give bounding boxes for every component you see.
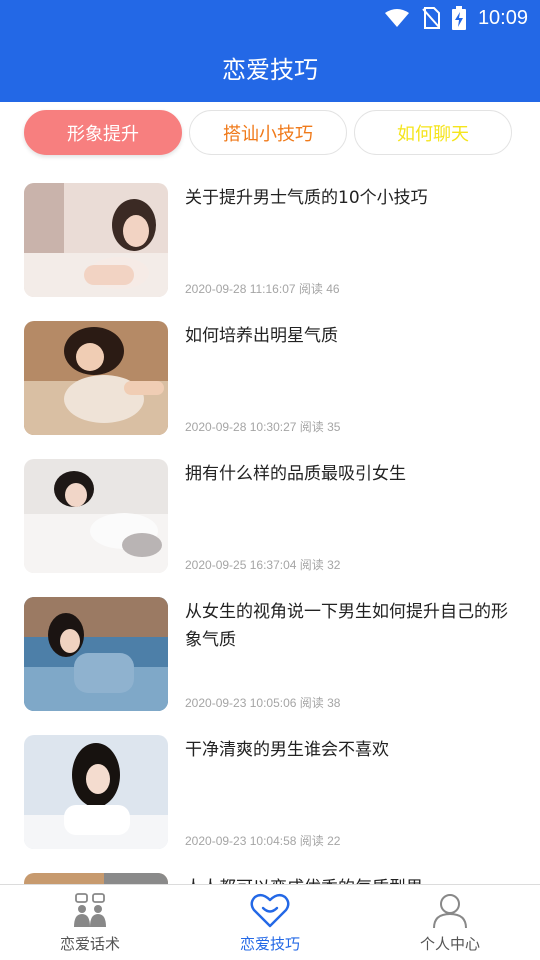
tab-how-to-chat[interactable]: 如何聊天: [354, 110, 512, 155]
tab-appearance[interactable]: 形象提升: [24, 110, 182, 155]
battery-charging-icon: [451, 6, 466, 30]
article-meta: 2020-09-28 10:30:27 阅读 35: [185, 420, 341, 434]
status-icons: 10:09: [384, 5, 528, 31]
article-thumbnail: [24, 321, 168, 435]
no-sim-icon: [422, 7, 440, 29]
list-item[interactable]: 拥有什么样的品质最吸引女生 2020-09-25 16:37:04 阅读 32: [0, 446, 540, 584]
nav-item-profile[interactable]: 个人中心: [360, 885, 540, 960]
article-thumbnail: [24, 597, 168, 711]
article-thumbnail: [24, 459, 168, 573]
heart-icon: [250, 893, 290, 928]
article-meta: 2020-09-25 16:37:04 阅读 32: [185, 558, 341, 572]
article-meta: 2020-09-23 10:05:06 阅读 38: [185, 696, 341, 710]
wifi-icon: [384, 9, 409, 27]
list-item[interactable]: 人人都可以变成优秀的气质型男: [0, 860, 540, 884]
article-thumbnail: [24, 183, 168, 297]
article-meta: 2020-09-23 10:04:58 阅读 22: [185, 834, 341, 848]
list-item[interactable]: 干净清爽的男生谁会不喜欢 2020-09-23 10:04:58 阅读 22: [0, 722, 540, 860]
page-title: 恋爱技巧: [222, 56, 318, 84]
article-title: 如何培养出明星气质: [185, 326, 338, 346]
tab-pickup-tips[interactable]: 搭讪小技巧: [189, 110, 347, 155]
article-title: 关于提升男士气质的10个小技巧: [185, 188, 428, 208]
article-title: 人人都可以变成优秀的气质型男: [185, 874, 520, 884]
category-tabs: 形象提升 搭讪小技巧 如何聊天: [24, 110, 514, 156]
article-title: 拥有什么样的品质最吸引女生: [185, 464, 406, 484]
status-bar: 10:09: [0, 0, 540, 36]
nav-label-love-skills: 恋爱技巧: [239, 935, 300, 953]
list-item[interactable]: 如何培养出明星气质 2020-09-28 10:30:27 阅读 35: [0, 308, 540, 446]
article-thumbnail: [24, 735, 168, 849]
people-chat-icon: [74, 893, 106, 927]
article-title: 从女生的视角说一下男生如何提升自己的形象气质: [185, 602, 508, 650]
nav-label-profile: 个人中心: [419, 935, 480, 953]
status-time: 10:09: [477, 6, 528, 29]
list-item[interactable]: 关于提升男士气质的10个小技巧 2020-09-28 11:16:07 阅读 4…: [0, 170, 540, 308]
nav-item-love-skills[interactable]: 恋爱技巧: [180, 885, 360, 960]
article-thumbnail: [24, 873, 168, 884]
article-list[interactable]: 关于提升男士气质的10个小技巧 2020-09-28 11:16:07 阅读 4…: [0, 170, 540, 884]
article-title: 干净清爽的男生谁会不喜欢: [185, 740, 389, 760]
bottom-nav: 恋爱话术 恋爱技巧 个人中心: [0, 884, 540, 960]
list-item[interactable]: 从女生的视角说一下男生如何提升自己的形象气质 2020-09-23 10:05:…: [0, 584, 540, 722]
article-meta: 2020-09-28 11:16:07 阅读 46: [185, 282, 340, 296]
nav-label-love-talk: 恋爱话术: [59, 935, 120, 953]
app-header: 10:09 恋爱技巧: [0, 0, 540, 102]
nav-item-love-talk[interactable]: 恋爱话术: [0, 885, 180, 960]
person-icon: [433, 894, 467, 929]
